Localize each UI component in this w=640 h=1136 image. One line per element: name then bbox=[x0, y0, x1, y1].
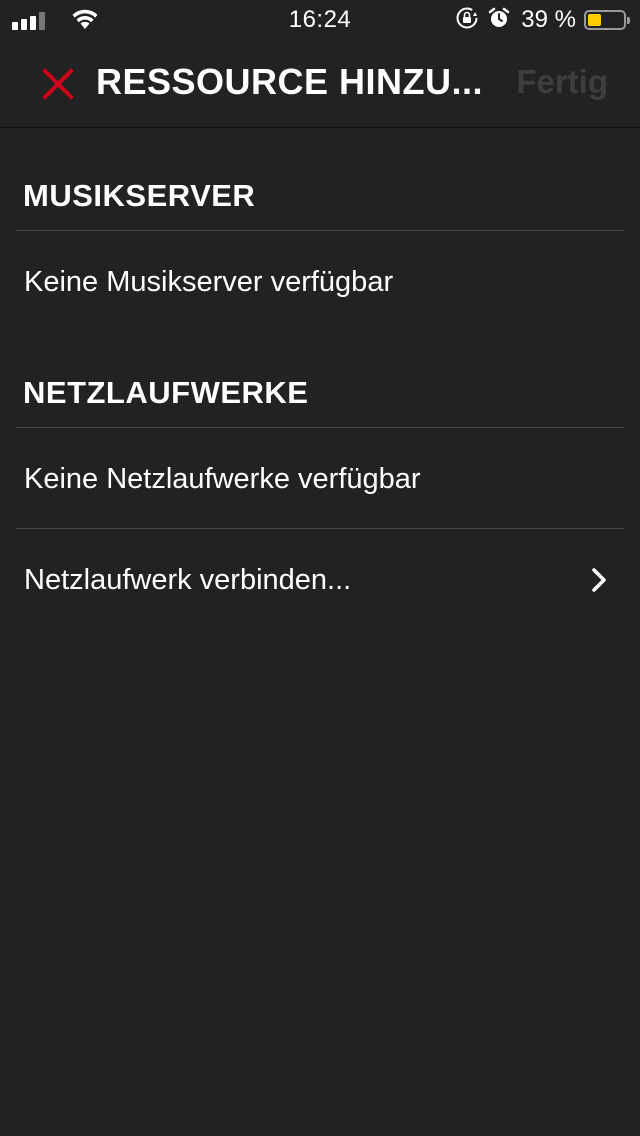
chevron-right-icon bbox=[592, 568, 606, 592]
divider bbox=[16, 427, 624, 428]
divider bbox=[16, 230, 624, 231]
done-button[interactable]: Fertig bbox=[516, 63, 608, 101]
alarm-icon bbox=[487, 6, 511, 35]
battery-percent: 39 % bbox=[521, 6, 576, 33]
section-header-music-servers: MUSIKSERVER bbox=[23, 178, 256, 213]
close-icon[interactable] bbox=[40, 66, 76, 102]
section-header-network-drives: NETZLAUFWERKE bbox=[23, 375, 309, 410]
status-bar: 16:24 39 % bbox=[0, 0, 640, 40]
navigation-bar: RESSOURCE HINZU... Fertig bbox=[0, 40, 640, 128]
divider bbox=[16, 528, 624, 529]
orientation-lock-icon bbox=[455, 6, 479, 35]
connect-network-drive-row[interactable]: Netzlaufwerk verbinden... bbox=[16, 532, 624, 628]
connect-network-drive-label: Netzlaufwerk verbinden... bbox=[24, 564, 352, 596]
status-right-group: 39 % bbox=[455, 6, 630, 35]
list-item-no-network-drives: Keine Netzlaufwerke verfügbar bbox=[16, 431, 624, 527]
list-item-no-music-servers: Keine Musikserver verfügbar bbox=[16, 234, 624, 330]
empty-state-label: Keine Musikserver verfügbar bbox=[24, 266, 394, 298]
battery-icon bbox=[584, 10, 630, 30]
empty-state-label: Keine Netzlaufwerke verfügbar bbox=[24, 463, 421, 495]
page-title: RESSOURCE HINZU... bbox=[96, 61, 484, 102]
battery-level-fill bbox=[588, 14, 601, 26]
